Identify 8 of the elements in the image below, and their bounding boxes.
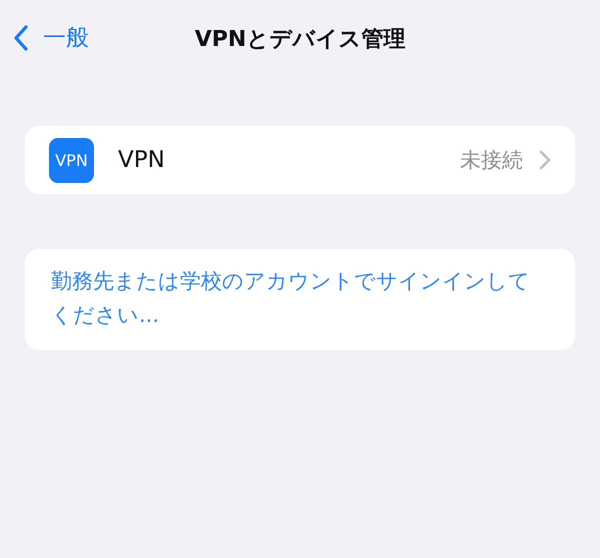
vpn-row[interactable]: VPN VPN 未接続 (25, 126, 575, 194)
chevron-right-icon (539, 150, 551, 170)
row-label: VPN (118, 147, 166, 173)
vpn-app-icon: VPN (49, 138, 94, 182)
page-title: VPNとデバイス管理 (194, 26, 406, 54)
back-button[interactable]: 一般 (13, 22, 89, 53)
chevron-left-icon (13, 24, 29, 52)
connection-status: 未接続 (460, 147, 523, 174)
